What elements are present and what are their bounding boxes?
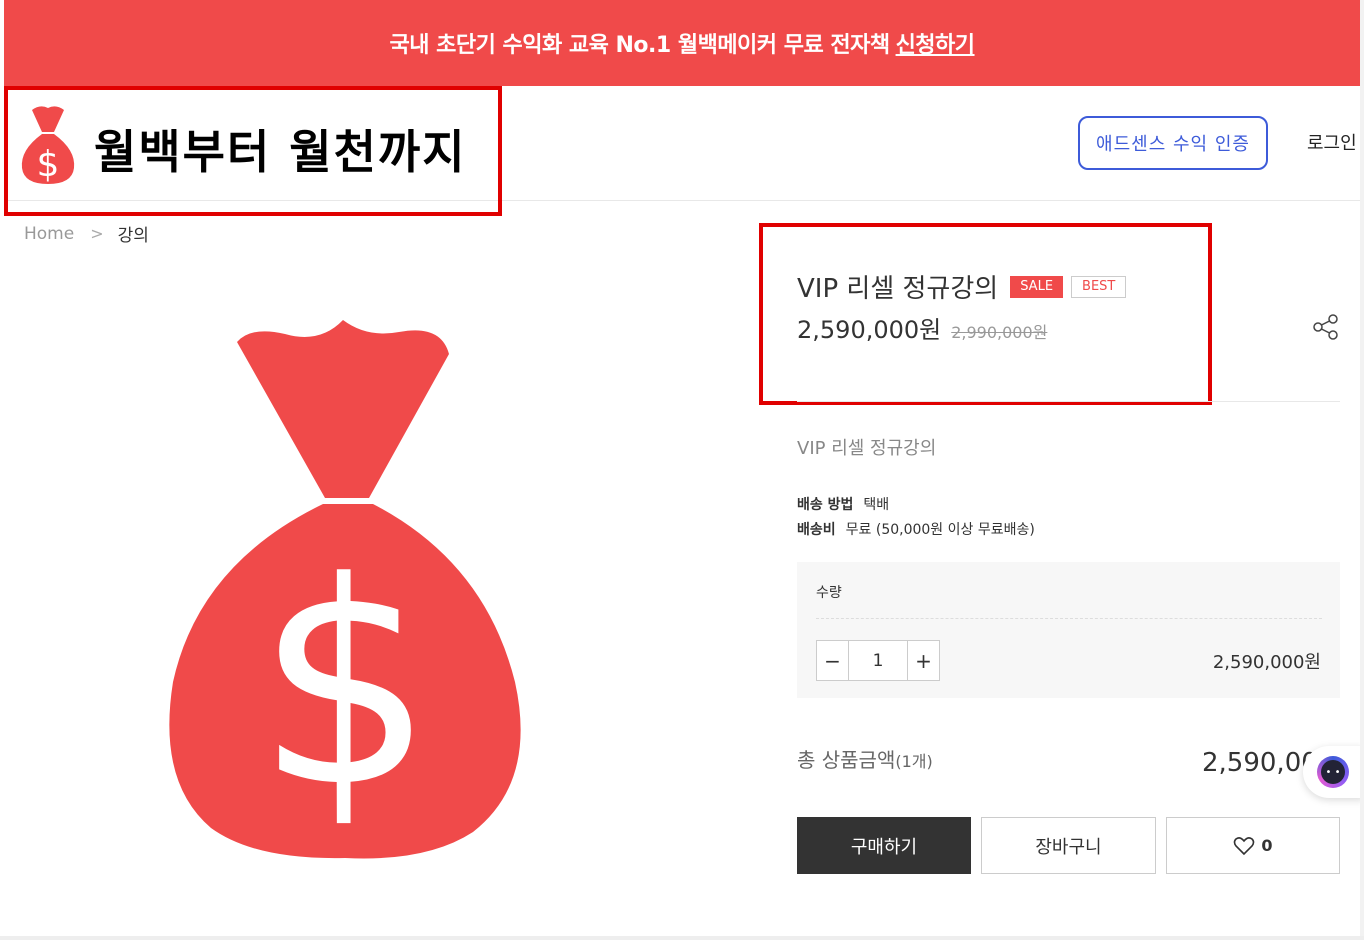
breadcrumb-current[interactable]: 강의 xyxy=(118,221,149,246)
svg-text:$: $ xyxy=(37,144,60,185)
shipping-method: 배송 방법 택배 xyxy=(797,494,889,514)
product-title-text: VIP 리셀 정규강의 xyxy=(797,274,999,304)
best-badge: BEST xyxy=(1071,275,1127,298)
money-bag-icon: $ xyxy=(169,320,521,859)
sale-badge: SALE xyxy=(1010,275,1064,298)
scrollbar-track[interactable] xyxy=(1360,0,1364,940)
quantity-increase-button[interactable]: + xyxy=(908,641,939,680)
banner-apply-link[interactable]: 신청하기 xyxy=(896,27,975,59)
total-price: 2,590,000원 xyxy=(1202,748,1312,778)
page-bottom-edge xyxy=(0,936,1364,940)
shipping-method-value: 택배 xyxy=(863,497,890,513)
banner-text: 국내 초단기 수익화 교육 No.1 월백메이커 무료 전자책 xyxy=(389,33,890,58)
shipping-fee-label: 배송비 xyxy=(797,522,836,538)
total-label: 총 상품금액(1개) xyxy=(797,744,933,773)
money-bag-icon[interactable]: $ xyxy=(18,104,78,188)
product-price: 2,590,000원 2,990,000원 xyxy=(797,310,1047,345)
product-title: VIP 리셀 정규강의 SALE BEST xyxy=(797,268,1127,305)
total-count: (1개) xyxy=(895,752,933,771)
sale-price: 2,590,000원 xyxy=(797,316,942,344)
quantity-input[interactable]: 1 xyxy=(848,641,908,680)
site-header: $ 월백부터 월천까지 애드센스 수익 인증 로그인 xyxy=(4,86,1360,216)
divider xyxy=(797,401,1340,402)
quantity-line-price: 2,590,000원 xyxy=(1212,652,1321,673)
shipping-fee: 배송비 무료 (50,000원 이상 무료배송) xyxy=(797,519,1035,539)
heart-icon xyxy=(1234,836,1255,855)
quantity-panel: 수량 − 1 + 2,590,000원 xyxy=(797,562,1340,698)
wishlist-count: 0 xyxy=(1261,836,1273,855)
total-label-text: 총 상품금액 xyxy=(797,748,896,772)
product-subtitle: VIP 리셀 정규강의 xyxy=(797,438,937,459)
breadcrumb: Home > 강의 xyxy=(24,221,149,247)
add-to-cart-button[interactable]: 장바구니 xyxy=(981,817,1156,874)
svg-text:$: $ xyxy=(256,523,434,849)
login-link[interactable]: 로그인 xyxy=(1307,129,1357,155)
divider xyxy=(816,618,1322,619)
logo-highlight-box: $ 월백부터 월천까지 xyxy=(4,86,502,216)
shipping-method-label: 배송 방법 xyxy=(797,497,854,513)
logo-text[interactable]: 월백부터 월천까지 xyxy=(94,116,467,182)
share-icon[interactable] xyxy=(1312,313,1340,341)
original-price: 2,990,000원 xyxy=(951,323,1048,342)
buy-now-button[interactable]: 구매하기 xyxy=(797,817,971,874)
top-promo-banner[interactable]: 국내 초단기 수익화 교육 No.1 월백메이커 무료 전자책 신청하기 xyxy=(4,0,1360,86)
wishlist-button[interactable]: 0 xyxy=(1166,817,1340,874)
chat-bot-button[interactable]: • • xyxy=(1303,746,1364,798)
chat-bot-icon: • • xyxy=(1317,756,1349,788)
breadcrumb-home[interactable]: Home xyxy=(24,224,74,244)
quantity-decrease-button[interactable]: − xyxy=(817,641,848,680)
quantity-stepper: − 1 + xyxy=(816,640,940,681)
quantity-label: 수량 xyxy=(816,585,842,601)
chevron-right-icon: > xyxy=(90,224,104,243)
shipping-fee-value: 무료 (50,000원 이상 무료배송) xyxy=(845,522,1035,538)
adsense-proof-button[interactable]: 애드센스 수익 인증 xyxy=(1078,116,1268,170)
